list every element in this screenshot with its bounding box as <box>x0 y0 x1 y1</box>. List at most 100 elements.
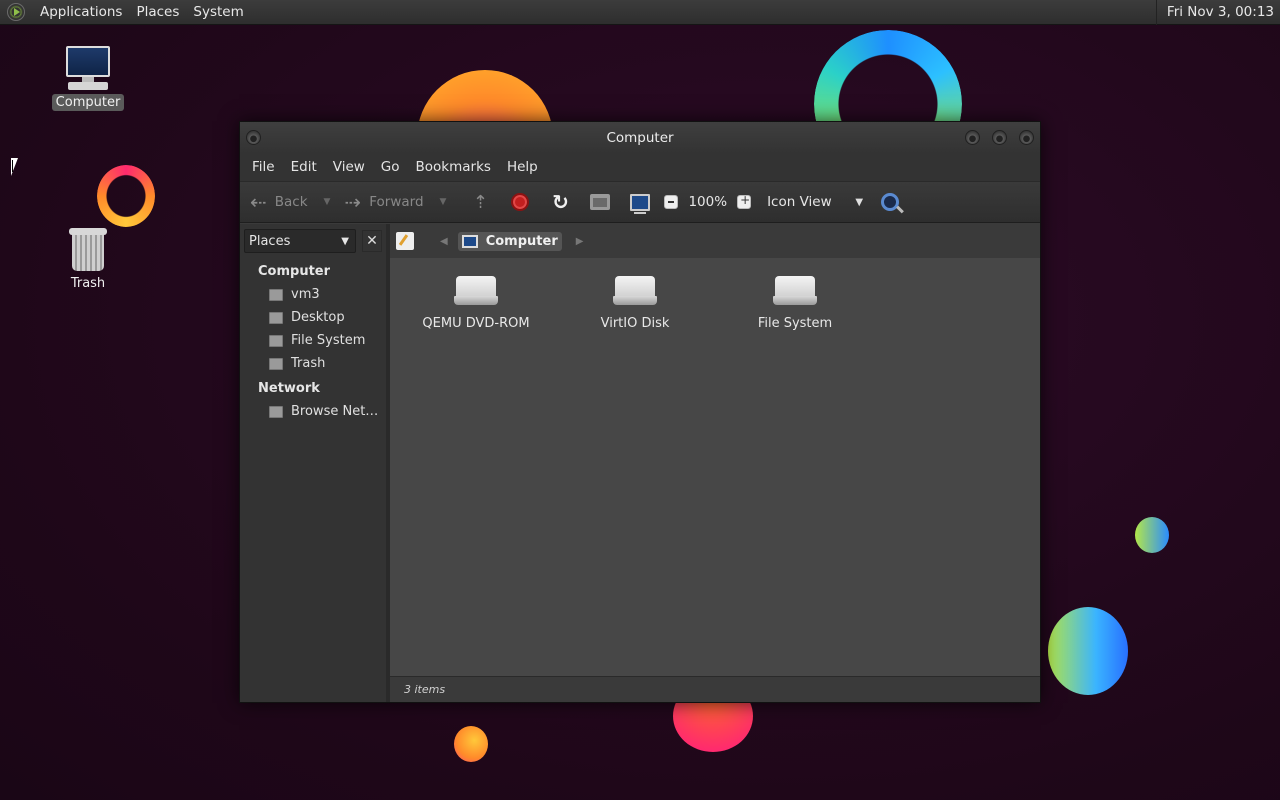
decorative-bubble <box>1135 517 1169 553</box>
window-title: Computer <box>606 129 674 146</box>
back-history-dropdown-icon[interactable]: ▼ <box>324 197 331 207</box>
close-button[interactable] <box>1019 130 1034 145</box>
sidebar-section-network: Network <box>258 381 320 396</box>
file-item-dvd[interactable]: QEMU DVD-ROM <box>406 276 546 331</box>
computer-button[interactable] <box>629 191 651 214</box>
stop-button[interactable] <box>509 191 531 213</box>
home-folder-icon <box>269 288 283 301</box>
path-right-arrow-icon[interactable]: ▶ <box>576 236 584 247</box>
file-item-virtio-disk[interactable]: VirtIO Disk <box>565 276 705 331</box>
home-button[interactable] <box>589 191 611 213</box>
sidebar-item-label: Trash <box>291 356 326 371</box>
sidebar-item-file-system[interactable]: File System <box>240 329 386 352</box>
menubar: File Edit View Go Bookmarks Help <box>240 153 1040 181</box>
menu-go[interactable]: Go <box>373 159 408 175</box>
trash-icon <box>68 226 108 272</box>
desktop-icon-computer[interactable]: Computer <box>48 45 128 111</box>
file-item-file-system[interactable]: File System <box>725 276 865 331</box>
window-menu-button[interactable] <box>246 130 261 145</box>
maximize-button[interactable] <box>992 130 1007 145</box>
breadcrumb-computer[interactable]: Computer <box>457 231 562 251</box>
sidebar-item-label: vm3 <box>291 287 320 302</box>
desktop-icon-label: Computer <box>51 94 125 111</box>
top-panel: Applications Places System Fri Nov 3, 00… <box>0 0 1280 25</box>
decorative-ring <box>97 165 155 227</box>
menu-file[interactable]: File <box>244 159 283 175</box>
file-manager-window: Computer File Edit View Go Bookmarks Hel… <box>239 121 1041 703</box>
sidebar-item-label: Desktop <box>291 310 345 325</box>
window-titlebar[interactable]: Computer <box>240 122 1040 153</box>
main-pane: ◀ Computer ▶ QEMU DVD-ROM VirtIO Disk Fi… <box>390 224 1040 702</box>
icon-view[interactable]: QEMU DVD-ROM VirtIO Disk File System <box>390 258 1040 676</box>
sidebar-item-trash[interactable]: Trash <box>240 352 386 375</box>
stop-icon <box>511 193 530 211</box>
panel-menu-places[interactable]: Places <box>129 4 186 20</box>
path-bar: ◀ Computer ▶ <box>390 224 1040 258</box>
trash-icon <box>269 357 283 370</box>
zoom-level[interactable]: 100% <box>688 194 727 210</box>
forward-history-dropdown-icon[interactable]: ▼ <box>440 197 447 207</box>
window-body: Places ▼ ✕ Computer vm3 Desktop File Sys… <box>240 224 1040 702</box>
menu-help[interactable]: Help <box>499 159 546 175</box>
menu-view[interactable]: View <box>325 159 373 175</box>
minimize-button[interactable] <box>965 130 980 145</box>
computer-icon <box>64 45 112 91</box>
toolbar: ⇠ Back ▼ ⇢ Forward ▼ ⇡ ↻ 100% Icon View … <box>240 181 1040 223</box>
back-arrow-icon: ⇠ <box>250 190 267 214</box>
view-mode-select[interactable]: Icon View ▼ <box>767 194 863 210</box>
computer-icon <box>630 193 651 214</box>
hard-disk-icon <box>269 334 283 347</box>
sidebar-mode-label: Places <box>249 233 291 249</box>
desktop-icon-label: Trash <box>70 276 106 291</box>
panel-clock[interactable]: Fri Nov 3, 00:13 <box>1155 0 1280 25</box>
sidebar-mode-select[interactable]: Places ▼ <box>244 229 356 253</box>
panel-menu-system[interactable]: System <box>186 4 250 20</box>
sidebar-item-browse-network[interactable]: Browse Net… <box>240 400 386 423</box>
sidebar-section-computer: Computer <box>258 264 331 279</box>
forward-label: Forward <box>369 194 424 210</box>
menu-edit[interactable]: Edit <box>283 159 325 175</box>
mouse-cursor-icon <box>11 158 18 176</box>
edit-location-icon[interactable] <box>396 232 414 250</box>
reload-icon[interactable]: ↻ <box>549 190 571 214</box>
desktop-folder-icon <box>269 311 283 324</box>
up-icon[interactable]: ⇡ <box>469 191 491 213</box>
sidebar-header: Places ▼ ✕ <box>240 224 386 258</box>
sidebar-item-label: Browse Net… <box>291 404 379 419</box>
forward-arrow-icon: ⇢ <box>344 190 362 214</box>
zoom-out-icon[interactable] <box>664 195 679 209</box>
hard-disk-icon <box>773 276 817 306</box>
hard-disk-icon <box>613 276 657 306</box>
sidebar: Places ▼ ✕ Computer vm3 Desktop File Sys… <box>240 224 390 702</box>
chevron-down-icon: ▼ <box>855 196 864 208</box>
network-icon <box>269 405 283 418</box>
search-icon[interactable] <box>881 193 900 211</box>
zoom-in-icon[interactable] <box>737 193 752 209</box>
optical-drive-icon <box>454 276 498 306</box>
desktop-icon-trash[interactable]: Trash <box>48 226 128 292</box>
decorative-bubble <box>1048 607 1128 695</box>
breadcrumb-label: Computer <box>485 233 558 249</box>
panel-menu-applications[interactable]: Applications <box>33 4 129 20</box>
menu-bookmarks[interactable]: Bookmarks <box>408 159 499 175</box>
file-item-label: QEMU DVD-ROM <box>422 316 530 331</box>
home-icon <box>590 194 611 210</box>
status-bar: 3 items <box>390 676 1040 702</box>
close-sidebar-button[interactable]: ✕ <box>362 230 382 252</box>
chevron-down-icon: ▼ <box>341 235 349 247</box>
status-text: 3 items <box>404 683 446 696</box>
back-button[interactable]: ⇠ Back <box>250 190 308 214</box>
path-left-arrow-icon[interactable]: ◀ <box>440 236 448 247</box>
close-icon: ✕ <box>366 233 378 249</box>
sidebar-item-label: File System <box>291 333 366 348</box>
sidebar-item-desktop[interactable]: Desktop <box>240 306 386 329</box>
decorative-bubble <box>454 726 488 762</box>
distro-logo-icon[interactable] <box>7 3 25 21</box>
file-item-label: VirtIO Disk <box>600 316 670 331</box>
sidebar-item-vm3[interactable]: vm3 <box>240 283 386 306</box>
view-mode-label: Icon View <box>767 194 832 210</box>
back-label: Back <box>274 194 308 210</box>
computer-icon <box>461 234 478 248</box>
file-item-label: File System <box>757 316 833 331</box>
forward-button[interactable]: ⇢ Forward <box>344 190 423 214</box>
